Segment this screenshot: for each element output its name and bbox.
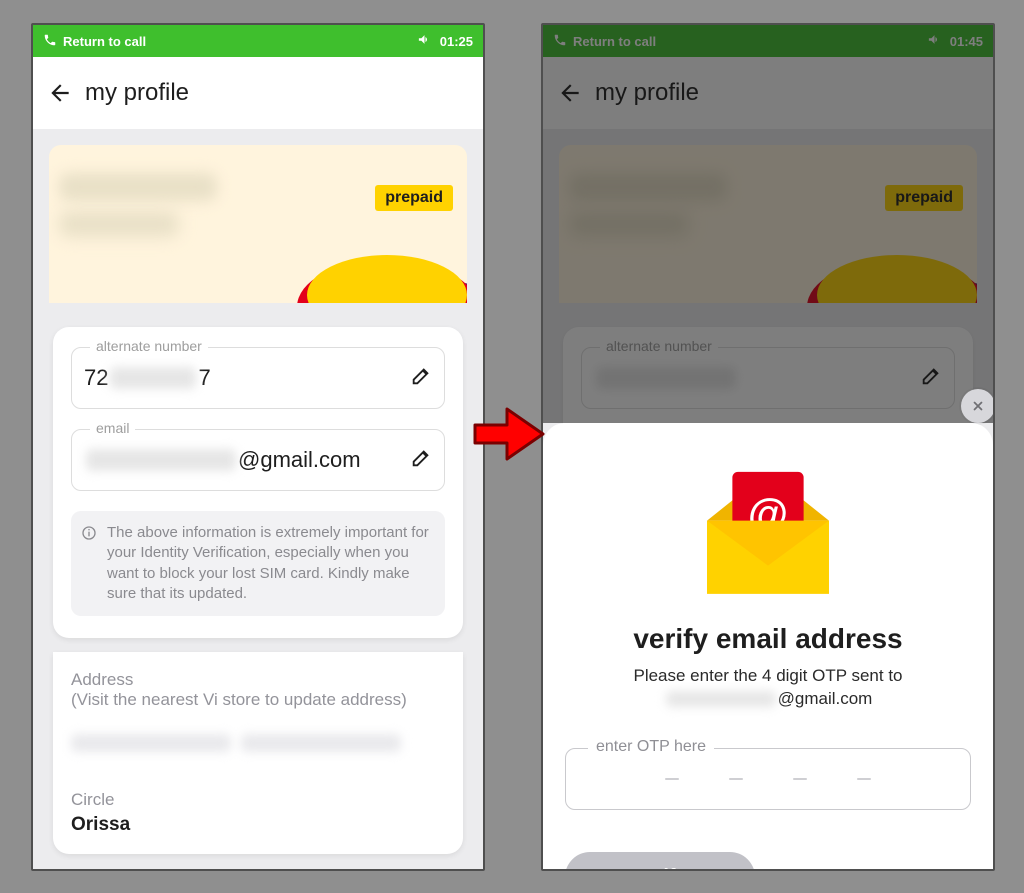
edit-icon[interactable] bbox=[410, 447, 432, 474]
back-arrow-icon bbox=[557, 80, 583, 106]
phone-screen-right: Return to call 01:45 my profile prepaid bbox=[541, 23, 995, 871]
return-to-call-label: Return to call bbox=[63, 34, 146, 49]
page-title: my profile bbox=[595, 79, 699, 107]
redacted-email-user bbox=[666, 691, 776, 707]
alternate-number-label: alternate number bbox=[90, 338, 208, 354]
address-card: Address (Visit the nearest Vi store to u… bbox=[53, 652, 463, 854]
volume-icon bbox=[417, 32, 432, 50]
circle-label: Circle bbox=[71, 790, 445, 810]
address-title: Address bbox=[71, 670, 445, 690]
dimmed-background: my profile prepaid alternate number bbox=[543, 57, 993, 439]
plan-badge: prepaid bbox=[375, 185, 453, 211]
alternate-number-value: 72 7 bbox=[84, 365, 211, 391]
page-header: my profile bbox=[543, 57, 993, 129]
profile-hero-card: prepaid bbox=[559, 145, 977, 303]
alternate-number-field: alternate number bbox=[581, 347, 955, 409]
edit-icon[interactable] bbox=[410, 365, 432, 392]
verify-email-sheet: @ verify email address Please enter the … bbox=[543, 423, 993, 869]
flow-arrow-icon bbox=[473, 403, 545, 470]
plan-badge: prepaid bbox=[885, 185, 963, 211]
email-field[interactable]: email @gmail.com bbox=[71, 429, 445, 491]
profile-hero-card: prepaid bbox=[49, 145, 467, 303]
email-label: email bbox=[90, 420, 135, 436]
identity-info-notice: The above information is extremely impor… bbox=[71, 511, 445, 616]
address-subtitle: (Visit the nearest Vi store to update ad… bbox=[71, 690, 445, 710]
sheet-title: verify email address bbox=[565, 623, 971, 655]
redacted-email-user bbox=[86, 449, 236, 471]
call-timer: 01:25 bbox=[440, 34, 473, 49]
comparison-stage: Return to call 01:25 my profile prepaid bbox=[0, 0, 1024, 893]
phone-icon bbox=[43, 33, 57, 50]
contact-info-card: alternate number 72 7 email @gmail.com bbox=[53, 327, 463, 638]
otp-slots bbox=[566, 749, 970, 809]
redacted-address bbox=[71, 720, 445, 766]
phone-screen-left: Return to call 01:25 my profile prepaid bbox=[31, 23, 485, 871]
otp-label: enter OTP here bbox=[588, 738, 714, 756]
email-value: @gmail.com bbox=[84, 447, 361, 473]
edit-icon bbox=[920, 365, 942, 392]
back-arrow-icon[interactable] bbox=[47, 80, 73, 106]
otp-input[interactable]: enter OTP here bbox=[565, 748, 971, 810]
phone-icon bbox=[553, 33, 567, 50]
return-to-call-button[interactable]: Return to call bbox=[553, 33, 656, 50]
verify-button[interactable]: verify bbox=[565, 852, 755, 871]
sheet-subtitle: Please enter the 4 digit OTP sent to @gm… bbox=[565, 665, 971, 714]
info-icon bbox=[81, 525, 97, 547]
status-bar: Return to call 01:45 bbox=[543, 25, 993, 57]
return-to-call-label: Return to call bbox=[573, 34, 656, 49]
resend-otp-link[interactable]: resend OTP bbox=[870, 867, 971, 871]
close-icon[interactable] bbox=[961, 389, 995, 423]
redacted-digits bbox=[110, 367, 196, 389]
volume-icon bbox=[927, 32, 942, 50]
page-title: my profile bbox=[85, 79, 189, 107]
page-header: my profile bbox=[33, 57, 483, 129]
redacted-number bbox=[59, 211, 179, 237]
call-timer: 01:45 bbox=[950, 34, 983, 49]
redacted-name bbox=[59, 173, 217, 201]
alternate-number-field[interactable]: alternate number 72 7 bbox=[71, 347, 445, 409]
circle-value: Orissa bbox=[71, 814, 445, 836]
identity-info-text: The above information is extremely impor… bbox=[107, 524, 429, 602]
mail-illustration-icon: @ bbox=[565, 455, 971, 605]
return-to-call-button[interactable]: Return to call bbox=[43, 33, 146, 50]
status-bar: Return to call 01:25 bbox=[33, 25, 483, 57]
brand-wave-graphic bbox=[267, 237, 467, 303]
